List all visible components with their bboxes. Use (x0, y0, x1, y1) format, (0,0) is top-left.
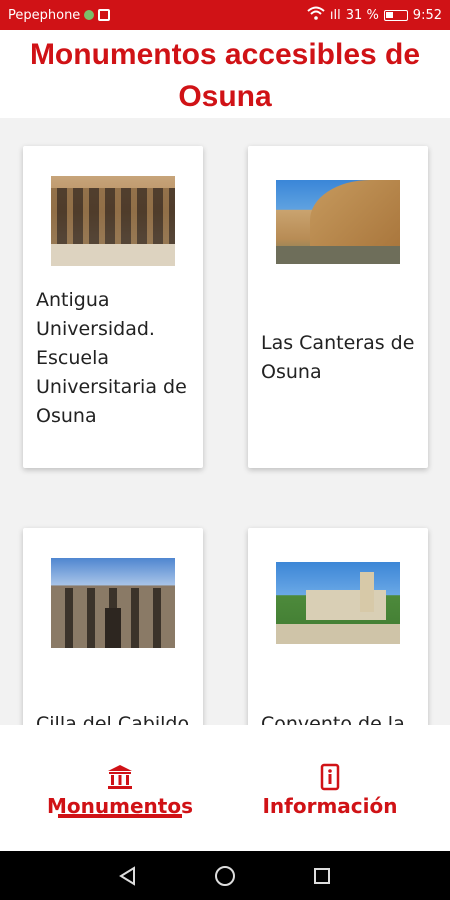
monument-card-label: Cilla del Cabildo (36, 713, 190, 725)
monument-thumbnail (276, 180, 400, 264)
battery-icon (383, 9, 408, 21)
clock: 9:52 (412, 7, 442, 23)
monument-card-label: Convento de la (261, 713, 405, 725)
nav-tab-monumentos[interactable]: Monumentos (40, 725, 200, 851)
system-navigation-bar (0, 851, 450, 900)
battery-percent: 31 % (345, 7, 379, 23)
monument-card-label: Las Canteras de Osuna (261, 332, 415, 383)
info-icon (316, 763, 344, 791)
monument-list[interactable]: Antigua Universidad. Escuela Universitar… (0, 118, 450, 725)
monument-card-las-canteras[interactable]: Las Canteras de Osuna (248, 146, 428, 468)
monument-thumbnail (51, 176, 175, 266)
monument-card-label: Antigua Universidad. Escuela Universitar… (36, 289, 187, 427)
page-title-line-2: Osuna (178, 80, 272, 113)
monument-card-convento[interactable]: Convento de la (248, 528, 428, 725)
nav-tab-informacion[interactable]: Información (250, 725, 410, 851)
status-bar: Pepephone ıll 31 % 9:52 (0, 0, 450, 30)
notification-dot-icon (84, 10, 95, 20)
page-title: Monumentos accesibles de Osuna (0, 34, 450, 118)
monument-card-cilla-del-cabildo[interactable]: Cilla del Cabildo (23, 528, 203, 725)
app-header: Monumentos accesibles de Osuna (0, 30, 450, 118)
monument-thumbnail (276, 562, 400, 644)
museum-icon (106, 763, 134, 791)
recents-square-icon[interactable] (307, 861, 337, 891)
bottom-navigation: Monumentos Información (0, 725, 450, 851)
signal-icon: ıll (329, 7, 341, 23)
carrier-name: Pepephone (8, 7, 81, 23)
back-triangle-icon[interactable] (113, 861, 143, 891)
page-title-line-1: Monumentos accesibles de (29, 38, 421, 71)
notification-app-icon (98, 9, 111, 21)
monument-card-antigua-universidad[interactable]: Antigua Universidad. Escuela Universitar… (23, 146, 203, 468)
wifi-icon (307, 6, 325, 24)
active-tab-indicator (58, 814, 182, 818)
nav-tab-informacion-label: Información (262, 794, 398, 818)
home-circle-icon[interactable] (210, 861, 240, 891)
monument-thumbnail (51, 558, 175, 648)
